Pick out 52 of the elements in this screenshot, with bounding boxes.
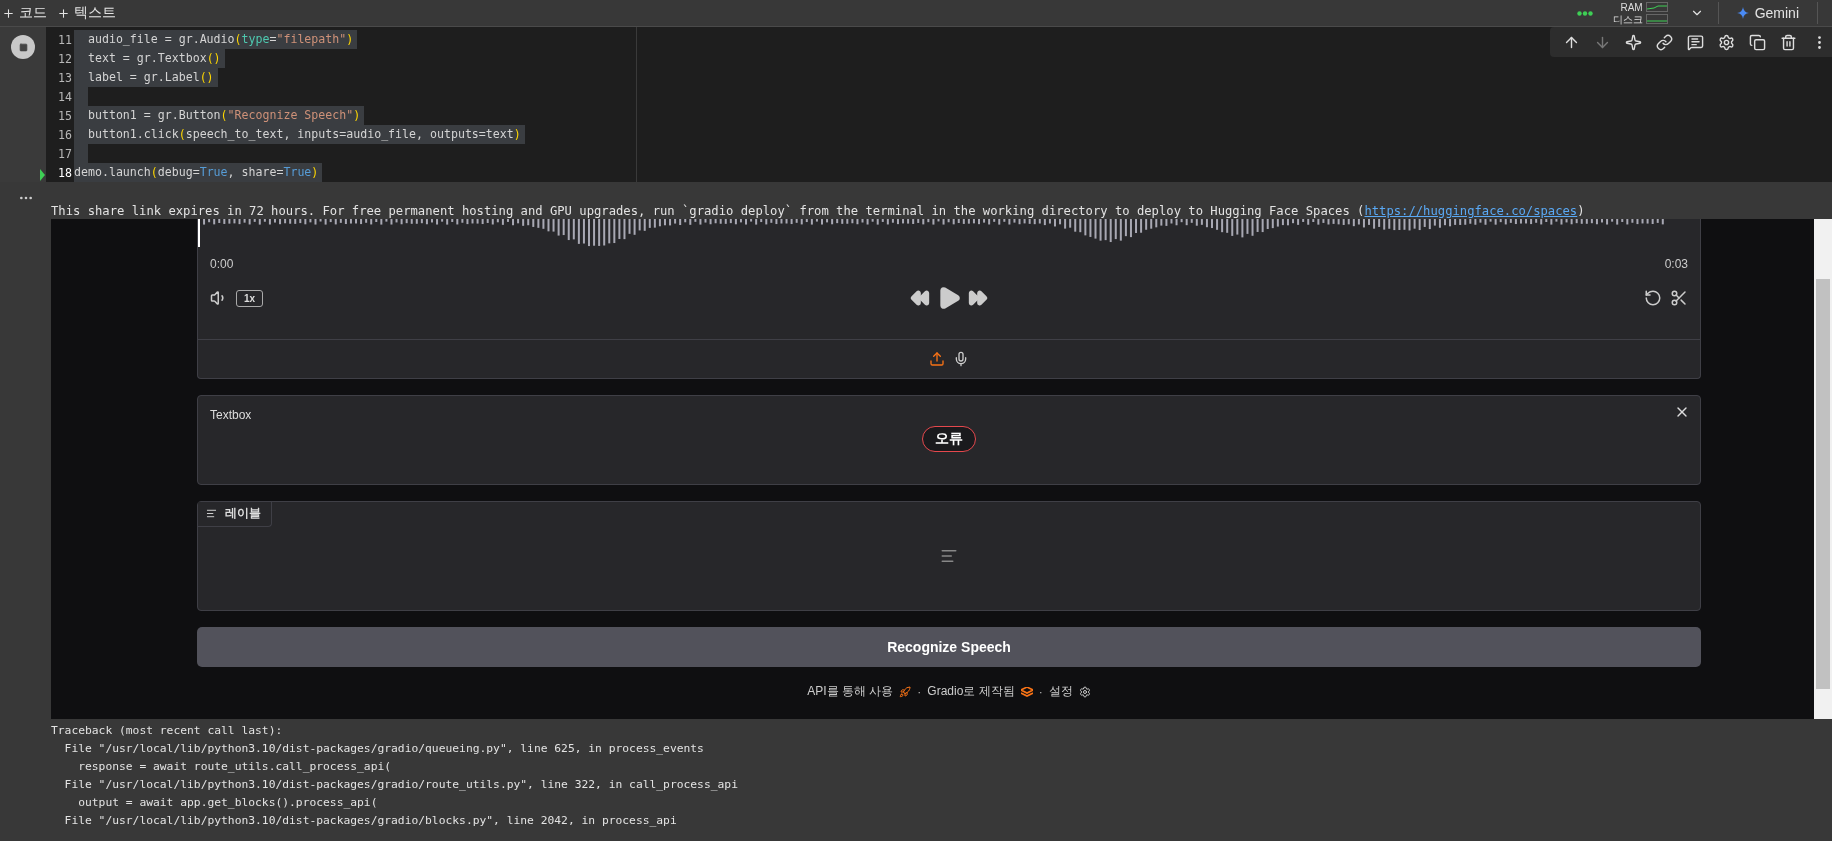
traceback-line: Traceback (most recent call last):	[51, 723, 284, 739]
rewind-icon[interactable]	[910, 288, 930, 308]
run-button[interactable]	[11, 35, 35, 59]
disk-meter-icon	[1645, 14, 1668, 24]
plus-icon	[57, 6, 70, 20]
status-dots-icon	[1576, 10, 1593, 16]
chart-icon	[940, 547, 958, 565]
plus-icon	[2, 6, 15, 20]
line-number: 13	[57, 70, 73, 85]
line-number: 14	[57, 89, 73, 104]
separator: ·	[917, 684, 922, 699]
upload-icon[interactable]	[929, 351, 945, 367]
line-number: 11	[57, 32, 73, 47]
spaces-link[interactable]: https://huggingface.co/spaces	[1364, 204, 1578, 218]
stack-logo-icon	[1020, 686, 1033, 697]
scissors-icon[interactable]	[1670, 289, 1688, 307]
traceback-line: output = await app.get_blocks().process_api(	[77, 795, 379, 811]
error-badge: 오류	[922, 426, 976, 452]
add-cell-button[interactable]: 텍스트	[55, 2, 124, 24]
rocket-icon	[899, 685, 912, 698]
footer-link[interactable]: API를 통해 사용	[807, 683, 894, 700]
line-number: 17	[57, 146, 73, 161]
line-number: 16	[57, 127, 73, 142]
traceback-line: response = await route_utils.call_process_api(	[77, 759, 393, 775]
line-number: 15	[57, 108, 73, 123]
settings-icon	[1078, 685, 1091, 698]
chart-icon	[206, 508, 217, 519]
speed-button[interactable]: 1x	[236, 289, 264, 307]
end-time: 0:03	[1664, 257, 1688, 271]
share-notice: This share link expires in 72 hours. For free permanent hosting and GPU upgrades, run `gradio deploy` from the terminal in the working directory to deploy to Hugging Face Spaces (https://huggingface.co/spaces)	[51, 204, 1585, 218]
label-title: 레이블	[225, 505, 261, 522]
reset-icon[interactable]	[1644, 289, 1662, 307]
ram-label: RAM	[1620, 1, 1643, 13]
line-number: 12	[57, 51, 73, 66]
disk-label: 디스크	[1612, 13, 1643, 25]
traceback-line: File "/usr/local/lib/python3.10/dist-packages/gradio/queueing.py", line 625, in process_events	[63, 741, 705, 757]
scrollbar[interactable]	[1814, 219, 1832, 719]
traceback-line: File "/usr/local/lib/python3.10/dist-packages/gradio/blocks.py", line 2042, in process_api	[63, 813, 678, 829]
footer-link[interactable]: 설정	[1048, 683, 1073, 700]
footer-link[interactable]: Gradio로 제작됨	[927, 683, 1015, 700]
ram-meter-icon	[1645, 2, 1668, 12]
separator: ·	[1038, 684, 1043, 699]
fast-forward-icon[interactable]	[968, 288, 988, 308]
microphone-icon[interactable]	[953, 351, 969, 367]
gemini-button[interactable]: Gemini	[1717, 2, 1818, 24]
textbox-label: Textbox	[210, 408, 252, 422]
start-time: 0:00	[210, 257, 234, 271]
add-cell-button[interactable]: 코드	[0, 2, 55, 24]
sparkle-icon	[1736, 7, 1749, 19]
recognize-speech-button[interactable]: Recognize Speech	[197, 627, 1701, 667]
stop-icon	[18, 42, 28, 52]
traceback-line: File "/usr/local/lib/python3.10/dist-packages/gradio/route_utils.py", line 322, in call_process_api	[63, 777, 739, 793]
